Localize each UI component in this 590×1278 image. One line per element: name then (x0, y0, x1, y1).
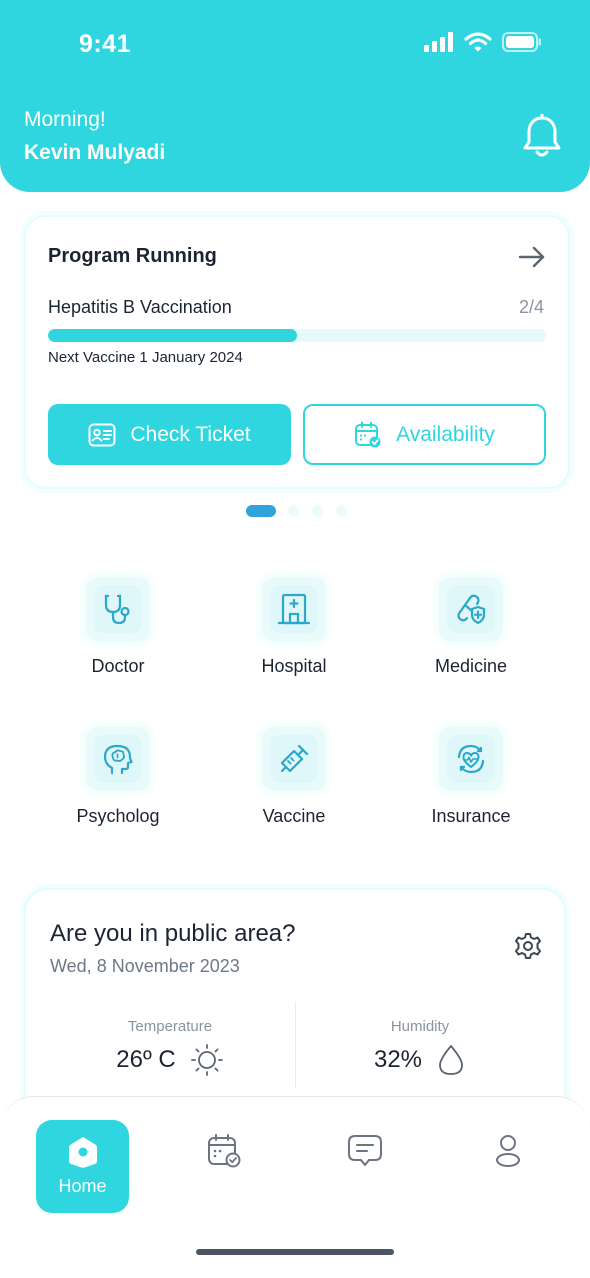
pagination-dot[interactable] (312, 505, 324, 517)
signal-icon (424, 32, 453, 52)
program-progress-bar (48, 329, 546, 342)
service-psycholog[interactable]: Psycholog (38, 724, 198, 827)
service-label: Doctor (91, 656, 145, 676)
check-ticket-button[interactable]: Check Ticket (48, 404, 291, 465)
service-doctor[interactable]: Doctor (38, 574, 198, 677)
program-progress-count: 2/4 (518, 297, 544, 317)
availability-label: Availability (396, 422, 495, 446)
status-time: 9:41 (79, 30, 132, 58)
syringe-icon (280, 744, 309, 773)
carousel-pagination (246, 505, 348, 517)
service-tile (436, 724, 506, 794)
humidity-metric: Humidity 32% (320, 1018, 520, 1077)
nav-home-label: Home (58, 1176, 107, 1196)
public-area-title: Are you in public area? (50, 920, 296, 947)
service-label: Insurance (431, 806, 511, 826)
check-ticket-label: Check Ticket (130, 422, 251, 446)
arrow-right-icon[interactable] (518, 245, 546, 269)
home-icon (68, 1137, 97, 1168)
nav-home-button[interactable]: Home (36, 1120, 129, 1213)
program-card-title: Program Running (48, 245, 217, 267)
pill-icon (457, 594, 486, 625)
availability-button[interactable]: Availability (303, 404, 546, 465)
metric-divider (295, 1002, 296, 1088)
service-tile (259, 724, 329, 794)
wifi-icon (464, 32, 492, 52)
chat-icon[interactable] (347, 1133, 383, 1169)
service-label: Psycholog (76, 806, 160, 826)
pagination-dot[interactable] (336, 505, 348, 517)
sun-icon (190, 1044, 223, 1076)
bottom-navigation: Home (0, 1096, 590, 1278)
service-hospital[interactable]: Hospital (214, 574, 374, 677)
public-area-date: Wed, 8 November 2023 (50, 956, 240, 976)
battery-icon (502, 32, 541, 52)
calendar-check-icon (355, 421, 381, 447)
temperature-metric: Temperature 26º C (70, 1018, 270, 1077)
heart-shield-icon (457, 744, 485, 774)
humidity-value: 32% (373, 1046, 423, 1073)
status-icons (424, 32, 542, 52)
stethoscope-icon (104, 594, 130, 625)
service-label: Medicine (434, 656, 508, 676)
program-name: Hepatitis B Vaccination (48, 297, 232, 317)
greeting-text: Morning! (24, 108, 106, 131)
user-name: Kevin Mulyadi (24, 141, 166, 164)
service-tile (436, 574, 506, 644)
service-vaccine[interactable]: Vaccine (214, 724, 374, 827)
service-medicine[interactable]: Medicine (391, 574, 551, 677)
pagination-dot[interactable] (288, 505, 300, 517)
humidity-label: Humidity (390, 1018, 450, 1035)
service-label: Hospital (261, 656, 327, 676)
id-card-icon (88, 423, 116, 446)
next-vaccine-text: Next Vaccine 1 January 2024 (48, 349, 243, 366)
profile-icon[interactable] (490, 1133, 526, 1169)
temperature-label: Temperature (127, 1018, 213, 1035)
service-label: Vaccine (262, 806, 326, 826)
calendar-icon[interactable] (206, 1133, 242, 1169)
header: 9:41 Morning! Kevin Mulyadi (0, 0, 590, 192)
program-running-card: Program Running Hepatitis B Vaccination … (24, 215, 570, 489)
gear-icon[interactable] (514, 932, 542, 960)
service-tile (259, 574, 329, 644)
notification-bell-icon[interactable] (520, 114, 564, 160)
water-drop-icon (439, 1045, 463, 1075)
service-insurance[interactable]: Insurance (391, 724, 551, 827)
pagination-dot[interactable] (246, 505, 276, 517)
service-tile (83, 724, 153, 794)
program-progress-fill (48, 329, 297, 342)
service-tile (83, 574, 153, 644)
temperature-value: 26º C (116, 1046, 176, 1073)
hospital-icon (277, 593, 311, 625)
home-indicator (196, 1249, 394, 1255)
brain-head-icon (103, 744, 133, 775)
